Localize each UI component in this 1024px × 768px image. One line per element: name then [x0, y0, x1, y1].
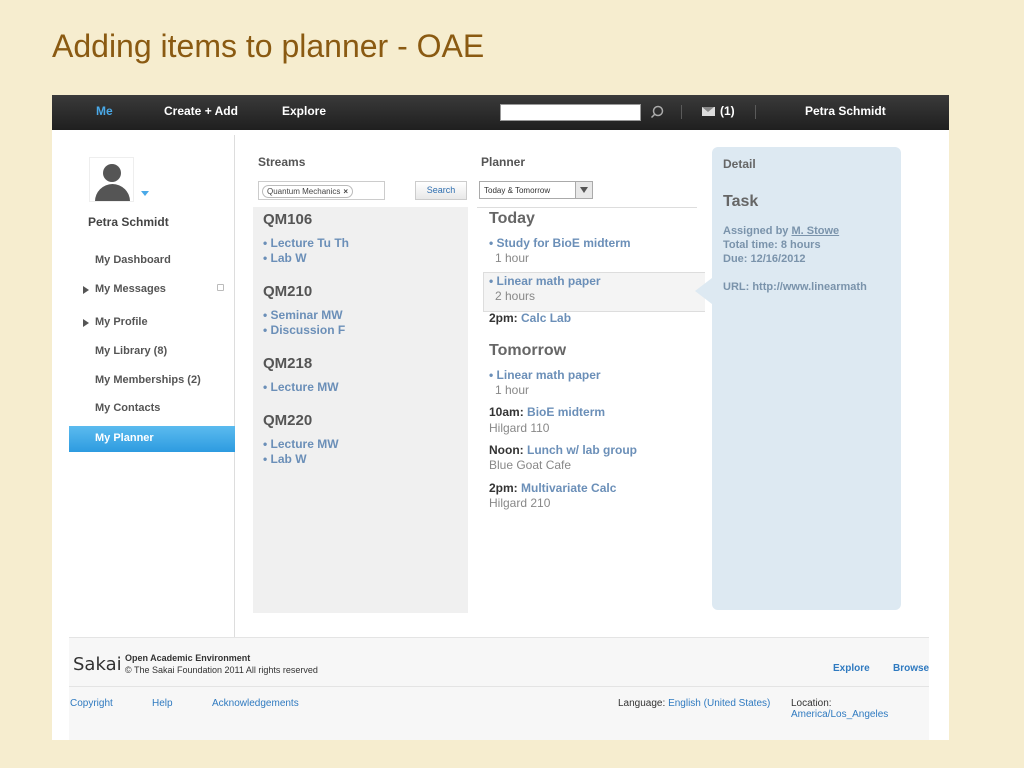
- divider: [477, 207, 697, 208]
- planner-item[interactable]: 2pm: Multivariate Calc: [489, 481, 616, 495]
- today-heading: Today: [489, 210, 535, 227]
- user-menu[interactable]: Petra Schmidt: [805, 104, 886, 118]
- planner-heading: Planner: [481, 155, 526, 169]
- language-selector[interactable]: Language: English (United States): [618, 698, 770, 709]
- planner-item[interactable]: 2pm: Calc Lab: [489, 311, 571, 325]
- stream-link[interactable]: • Lab W: [263, 452, 307, 466]
- org-name: Open Academic Environment: [125, 653, 251, 663]
- planner-item-duration: 1 hour: [495, 251, 530, 265]
- planner-item[interactable]: 10am: BioE midterm: [489, 405, 605, 419]
- sakai-logo: Sakai: [73, 654, 122, 675]
- location-selector[interactable]: Location: America/Los_Angeles: [791, 698, 929, 720]
- detail-heading: Detail: [723, 157, 756, 171]
- close-icon[interactable]: ×: [343, 187, 348, 196]
- nav-explore[interactable]: Explore: [282, 104, 326, 118]
- detail-panel: Detail Task Assigned by M. Stowe Total t…: [712, 147, 901, 610]
- nav-my-planner[interactable]: My Planner: [69, 426, 235, 452]
- avatar[interactable]: [89, 157, 134, 202]
- nav-me[interactable]: Me: [96, 104, 113, 118]
- profile-name: Petra Schmidt: [88, 215, 169, 229]
- app-window: Me Create + Add Explore (1) Petra Schmid…: [52, 95, 949, 740]
- planner-item-location: Blue Goat Cafe: [489, 458, 572, 472]
- expand-arrow-icon[interactable]: [83, 286, 89, 294]
- nav-my-memberships[interactable]: My Memberships (2): [69, 369, 235, 393]
- footer-acknowledgements-link[interactable]: Acknowledgements: [212, 698, 299, 709]
- mail-count[interactable]: (1): [720, 104, 735, 118]
- lock-icon: [217, 284, 224, 291]
- mail-icon[interactable]: [702, 107, 715, 116]
- streams-list: QM106 • Lecture Tu Th • Lab W QM210 • Se…: [253, 207, 468, 613]
- slide-title: Adding items to planner - OAE: [52, 28, 485, 64]
- search-input[interactable]: [500, 104, 641, 121]
- planner-item[interactable]: Noon: Lunch w/ lab group: [489, 443, 637, 457]
- detail-title: Task: [723, 193, 759, 210]
- planner-item-location: Hilgard 110: [489, 421, 550, 435]
- divider: [69, 686, 929, 687]
- stream-filter-input[interactable]: Quantum Mechanics ×: [258, 181, 385, 200]
- streams-search-button[interactable]: Search: [415, 181, 467, 200]
- main-content: Petra Schmidt My Dashboard My Messages M…: [69, 135, 929, 637]
- assigner-link[interactable]: M. Stowe: [791, 225, 839, 237]
- nav-my-contacts[interactable]: My Contacts: [69, 397, 235, 421]
- stream-link[interactable]: • Discussion F: [263, 323, 345, 337]
- detail-assigned-by: Assigned by M. Stowe: [723, 225, 840, 237]
- planner-range-select[interactable]: Today & Tomorrow: [479, 181, 593, 199]
- expand-arrow-icon[interactable]: [83, 319, 89, 327]
- nav-my-messages[interactable]: My Messages: [69, 278, 235, 302]
- footer: Sakai Open Academic Environment © The Sa…: [69, 637, 929, 740]
- planner-column: Planner Today & Tomorrow Today • Study f…: [477, 135, 712, 612]
- detail-due-date: Due: 12/16/2012: [723, 253, 806, 265]
- left-navigation: Petra Schmidt My Dashboard My Messages M…: [69, 135, 235, 637]
- planner-item[interactable]: • Linear math paper: [489, 368, 601, 382]
- nav-my-library[interactable]: My Library (8): [69, 340, 235, 364]
- stream-link[interactable]: • Lecture MW: [263, 380, 339, 394]
- detail-url[interactable]: URL: http://www.linearmath: [723, 281, 867, 293]
- stream-link[interactable]: • Lecture Tu Th: [263, 236, 349, 250]
- stream-link[interactable]: • Seminar MW: [263, 308, 343, 322]
- top-navigation-bar: Me Create + Add Explore (1) Petra Schmid…: [52, 95, 949, 130]
- footer-help-link[interactable]: Help: [152, 698, 173, 709]
- nav-create-add[interactable]: Create + Add: [164, 104, 238, 118]
- chevron-down-icon[interactable]: [575, 182, 592, 198]
- stream-link[interactable]: • Lecture MW: [263, 437, 339, 451]
- filter-tag: Quantum Mechanics ×: [262, 185, 354, 198]
- planner-item-duration: 1 hour: [495, 383, 530, 397]
- course-heading: QM218: [263, 355, 313, 372]
- detail-total-time: Total time: 8 hours: [723, 239, 821, 251]
- selection-pointer: [695, 278, 712, 304]
- separator: [755, 105, 756, 119]
- footer-explore-link[interactable]: Explore: [833, 663, 870, 674]
- streams-column: Streams Quantum Mechanics × Search QM106 …: [253, 135, 468, 613]
- planner-item[interactable]: • Linear math paper: [489, 274, 601, 288]
- footer-browse-link[interactable]: Browse: [893, 663, 929, 674]
- copyright-text: © The Sakai Foundation 2011 All rights r…: [125, 665, 318, 675]
- search-icon[interactable]: [649, 104, 665, 120]
- tomorrow-heading: Tomorrow: [489, 342, 567, 359]
- chevron-down-icon[interactable]: [141, 191, 149, 196]
- nav-my-dashboard[interactable]: My Dashboard: [69, 249, 235, 273]
- planner-item[interactable]: • Study for BioE midterm: [489, 236, 631, 250]
- course-heading: QM210: [263, 283, 313, 300]
- streams-heading: Streams: [258, 155, 306, 169]
- footer-copyright-link[interactable]: Copyright: [70, 698, 113, 709]
- stream-link[interactable]: • Lab W: [263, 251, 307, 265]
- nav-my-profile[interactable]: My Profile: [69, 311, 235, 335]
- course-heading: QM220: [263, 412, 313, 429]
- planner-item-location: Hilgard 210: [489, 496, 551, 510]
- planner-item-duration: 2 hours: [495, 289, 536, 303]
- course-heading: QM106: [263, 211, 313, 228]
- separator: [681, 105, 682, 119]
